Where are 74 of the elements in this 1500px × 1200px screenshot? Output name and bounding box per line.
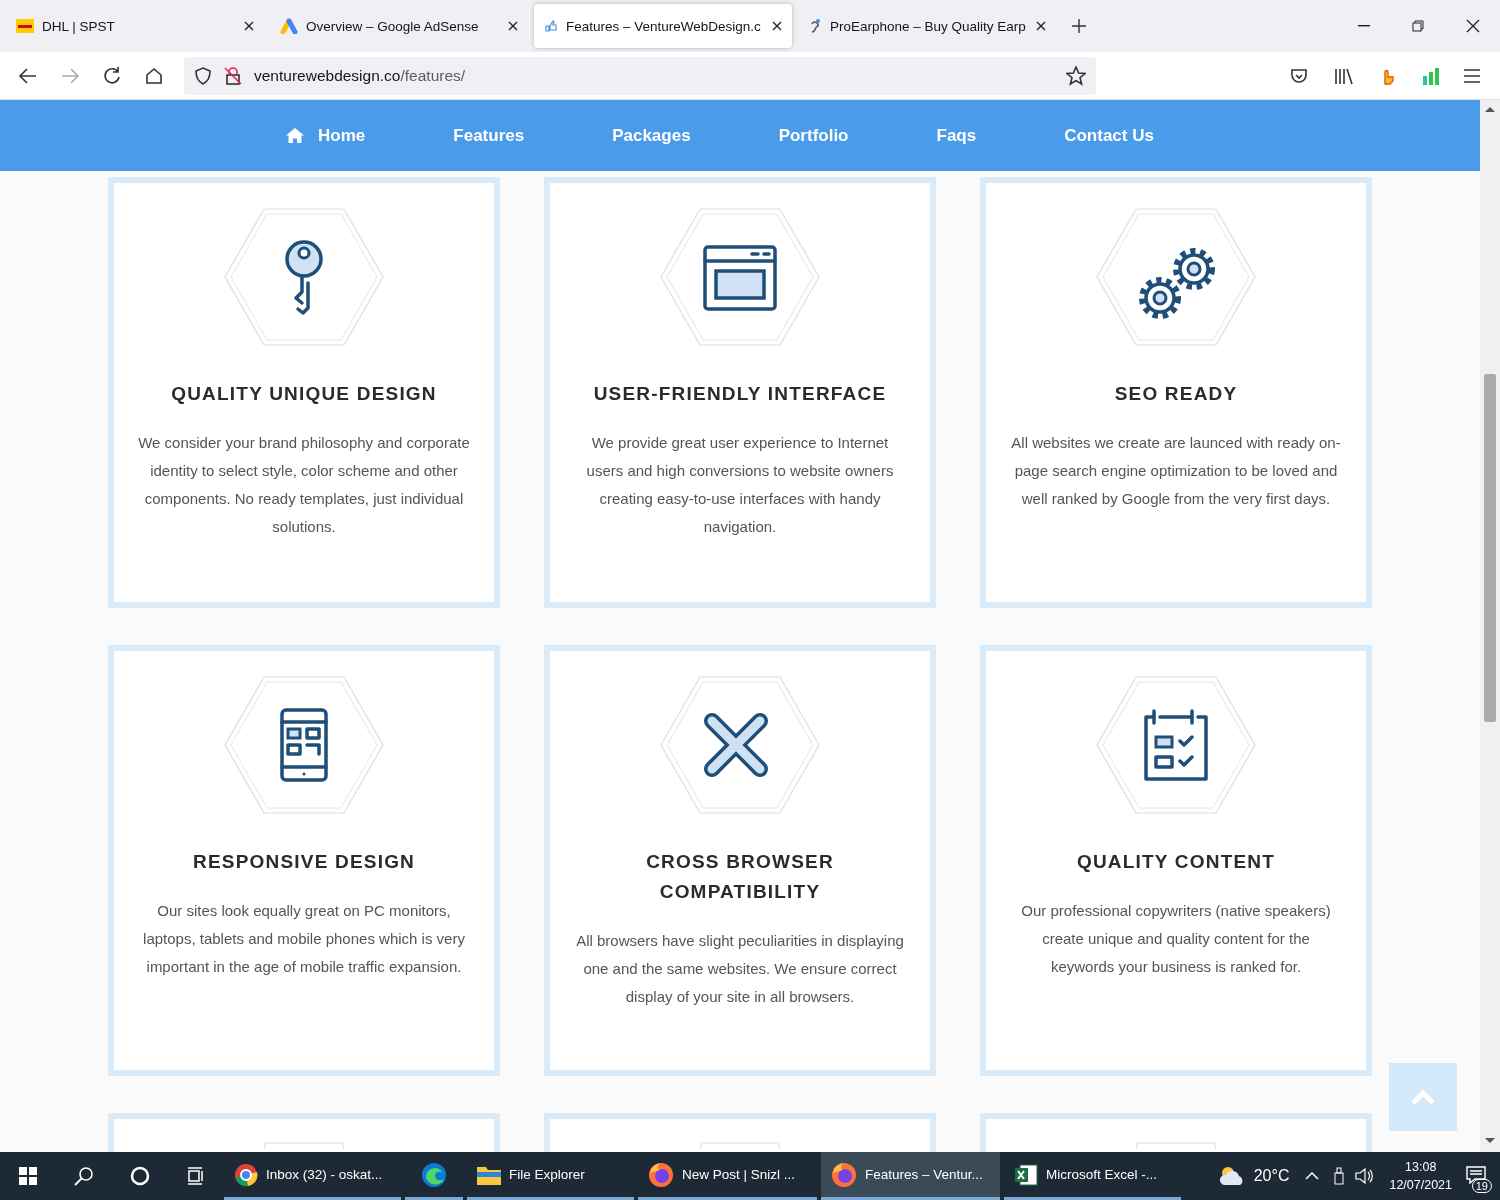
edge-logo-icon (421, 1161, 447, 1188)
notification-icon[interactable] (1466, 1165, 1486, 1184)
folder-icon (477, 1164, 501, 1185)
phone-icon (280, 708, 328, 782)
shield-icon[interactable] (194, 66, 212, 85)
feature-title: QUALITY UNIQUE DESIGN (170, 382, 438, 406)
close-icon[interactable] (772, 21, 782, 31)
chrome-logo-icon (234, 1162, 258, 1187)
feature-title: CROSS BROWSER COMPATIBILITY (645, 850, 835, 904)
firefox-logo-icon (831, 1161, 857, 1188)
clock-time[interactable]: 13:08 (1405, 1158, 1437, 1176)
chevron-up-icon[interactable] (1305, 1172, 1320, 1180)
browser-tab[interactable]: Features – VentureWebDesign.c (534, 4, 792, 48)
scroll-down-icon[interactable] (1485, 1138, 1495, 1144)
gears-icon (1139, 248, 1215, 319)
logo-icon (280, 18, 298, 34)
feature-description: We provide great user experience to Internet users and high conversions to website owners creating easy-to-use interfaces with handy navigation. (585, 433, 895, 537)
browser-tab[interactable]: DHL | SPST (6, 4, 264, 48)
task-view-icon[interactable] (186, 1166, 206, 1186)
minimize-icon[interactable] (1358, 25, 1370, 27)
taskbar-app[interactable]: File Explorer (467, 1152, 634, 1200)
logo-icon (16, 19, 34, 33)
taskbar-app[interactable]: Microsoft Excel -... (1004, 1152, 1181, 1200)
reload-icon[interactable] (102, 65, 122, 86)
taskbar-app[interactable]: Features – Ventur... (821, 1152, 1000, 1200)
clock-date[interactable]: 12/07/2021 (1389, 1176, 1452, 1194)
home-icon[interactable] (144, 65, 164, 86)
close-icon[interactable] (1466, 19, 1480, 33)
menu-icon[interactable] (1464, 68, 1480, 83)
url-path: /features/ (400, 66, 466, 84)
feature-description: All browsers have slight peculiarities in displaying one and the same websites. We ensure correct display of your site in all browsers. (575, 931, 905, 1007)
browser-tab[interactable]: Overview – Google AdSense (270, 4, 528, 48)
restore-icon[interactable] (1412, 20, 1424, 32)
firefox-logo-icon (648, 1161, 674, 1188)
temperature[interactable]: 20°C (1253, 1167, 1290, 1185)
checklist-icon (1144, 709, 1208, 781)
back-icon[interactable] (18, 65, 38, 86)
scroll-up-icon[interactable] (1485, 106, 1495, 112)
taskbar-app[interactable]: New Post | Snizl ... (638, 1152, 817, 1200)
library-icon[interactable] (1334, 66, 1354, 85)
speaker-icon[interactable] (1355, 1167, 1376, 1185)
feature-description: Our sites look equally great on PC monitors, laptops, tablets and mobile phones which is very important in the age of mobile traffic expansion. (142, 901, 466, 977)
scrollbar[interactable] (1480, 100, 1500, 1152)
feature-title: RESPONSIVE DESIGN (191, 850, 417, 874)
excel-logo-icon (1014, 1162, 1038, 1187)
browser-tab[interactable]: ProEarphone – Buy Quality Earp (798, 4, 1056, 48)
feature-description: Our professional copywriters (native speakers) create unique and quality content for the keywords your business is ranked for. (1020, 901, 1332, 977)
scrollbar-thumb[interactable] (1484, 374, 1496, 722)
close-icon[interactable] (508, 21, 518, 31)
pocket-icon[interactable] (1290, 66, 1308, 85)
feature-description: All websites we create are launced with ready on-page search engine optimization to be loved and well ranked by Google from the very first days. (1010, 433, 1342, 509)
page-icon (544, 19, 558, 33)
star-icon[interactable] (1066, 65, 1086, 86)
feature-title: QUALITY CONTENT (1075, 850, 1277, 874)
lock-icon[interactable] (224, 66, 242, 85)
new-tab-icon[interactable] (1072, 19, 1086, 33)
windows-start-icon[interactable] (19, 1167, 37, 1185)
home-icon (286, 128, 305, 143)
feature-title: SEO READY (1113, 382, 1239, 406)
close-icon[interactable] (244, 21, 254, 31)
earphone-icon (808, 18, 822, 34)
feature-title: USER-FRIENDLY INTERFACE (592, 382, 888, 406)
taskbar-app[interactable]: Inbox (32) - oskat... (224, 1152, 401, 1200)
usb-drive-icon[interactable] (1333, 1167, 1346, 1185)
url-host: venturewebdesign.co (254, 66, 401, 84)
cortana-icon[interactable] (130, 1166, 150, 1186)
browser-window-icon (703, 245, 777, 311)
key-icon (285, 240, 323, 315)
chevron-up-icon (1411, 1089, 1435, 1105)
feature-description: We consider your brand philosophy and corporate identity to select style, color scheme and other components. No ready templates, just individual solutions. (137, 433, 471, 537)
close-icon[interactable] (1036, 21, 1046, 31)
address-bar[interactable]: venturewebdesign.co/features/ (184, 56, 1096, 95)
search-icon[interactable] (74, 1166, 94, 1186)
crossed-pencils-icon (704, 713, 768, 777)
